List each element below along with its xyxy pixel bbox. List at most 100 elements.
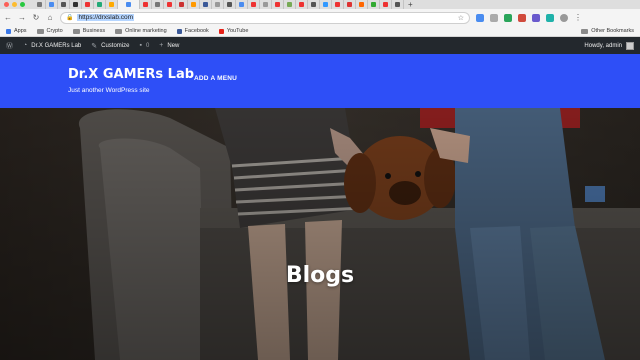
bookmark-star-icon[interactable]: ☆ xyxy=(458,14,464,22)
home-icon[interactable]: ⌂ xyxy=(46,13,54,22)
bookmark-online-marketing[interactable]: Online marketing xyxy=(115,28,167,34)
hero-title: Blogs xyxy=(285,263,355,288)
browser-tab[interactable] xyxy=(188,0,200,9)
minimize-window-button[interactable] xyxy=(12,2,17,7)
bookmark-label: Online marketing xyxy=(125,28,167,34)
tab-favicon-icon xyxy=(155,2,160,7)
adminbar-comments[interactable]: ▪ 0 xyxy=(139,42,149,49)
bookmarks-bar: Apps Crypto Business Online marketing Fa… xyxy=(0,26,640,37)
extension-icon[interactable] xyxy=(476,13,484,22)
menu-kebab-icon[interactable]: ⋮ xyxy=(574,13,582,22)
browser-tab[interactable] xyxy=(200,0,212,9)
tab-favicon-icon xyxy=(239,2,244,7)
tab-favicon-icon xyxy=(335,2,340,7)
browser-tab[interactable] xyxy=(176,0,188,9)
browser-tab[interactable] xyxy=(46,0,58,9)
browser-tab-strip: + xyxy=(0,0,640,9)
back-icon[interactable]: ← xyxy=(4,13,12,22)
wordpress-logo-icon: Ⓦ xyxy=(6,42,13,50)
adminbar-new[interactable]: + New xyxy=(159,42,179,49)
browser-tab[interactable] xyxy=(212,0,224,9)
comment-bubble-icon: ▪ xyxy=(139,42,142,49)
tab-favicon-icon xyxy=(97,2,102,7)
new-tab-button[interactable]: + xyxy=(404,0,413,9)
browser-tab[interactable] xyxy=(118,0,140,9)
browser-tab[interactable] xyxy=(248,0,260,9)
tab-favicon-icon xyxy=(227,2,232,7)
folder-icon xyxy=(581,28,589,34)
plus-icon: + xyxy=(159,42,164,49)
browser-tab[interactable] xyxy=(392,0,404,9)
zoom-window-button[interactable] xyxy=(20,2,25,7)
browser-tab[interactable] xyxy=(164,0,176,9)
tab-favicon-icon xyxy=(73,2,78,7)
bookmark-label: Apps xyxy=(14,28,27,34)
browser-tab[interactable] xyxy=(106,0,118,9)
browser-tab[interactable] xyxy=(58,0,70,9)
browser-tab[interactable] xyxy=(82,0,94,9)
tab-favicon-icon xyxy=(215,2,220,7)
extension-icon[interactable] xyxy=(490,13,498,22)
wp-logo-menu[interactable]: Ⓦ xyxy=(6,41,13,51)
bookmark-label: Crypto xyxy=(46,28,63,34)
bookmark-business[interactable]: Business xyxy=(72,28,105,34)
adminbar-customize-label: Customize xyxy=(101,42,130,49)
bookmark-facebook[interactable]: Facebook xyxy=(176,28,209,34)
browser-tab[interactable] xyxy=(356,0,368,9)
site-title[interactable]: Dr.X GAMERs Lab xyxy=(68,67,194,82)
wp-admin-bar: Ⓦ ◔ Dr.X GAMERs Lab ✎ Customize ▪ 0 + Ne… xyxy=(0,37,640,54)
close-window-button[interactable] xyxy=(4,2,9,7)
adminbar-account[interactable]: Howdy, admin xyxy=(584,41,634,50)
browser-tab[interactable] xyxy=(224,0,236,9)
extension-icon[interactable] xyxy=(504,13,512,22)
facebook-icon xyxy=(176,28,182,34)
folder-icon xyxy=(72,28,80,34)
other-bookmarks[interactable]: Other Bookmarks xyxy=(581,28,634,34)
tab-favicon-icon xyxy=(347,2,352,7)
forward-icon[interactable]: → xyxy=(18,13,26,22)
browser-tab[interactable] xyxy=(70,0,82,9)
tab-favicon-icon xyxy=(203,2,208,7)
bookmark-crypto[interactable]: Crypto xyxy=(36,28,63,34)
adminbar-site-name-label: Dr.X GAMERs Lab xyxy=(31,42,82,49)
extension-icon[interactable] xyxy=(518,13,526,22)
browser-tab[interactable] xyxy=(236,0,248,9)
bookmark-label: Other Bookmarks xyxy=(591,28,634,34)
browser-tab[interactable] xyxy=(296,0,308,9)
browser-tab[interactable] xyxy=(272,0,284,9)
tab-favicon-icon xyxy=(191,2,196,7)
browser-tab[interactable] xyxy=(320,0,332,9)
adminbar-howdy: Howdy, admin xyxy=(584,42,622,49)
adminbar-site-name[interactable]: ◔ Dr.X GAMERs Lab xyxy=(23,42,81,49)
browser-tab[interactable] xyxy=(94,0,106,9)
tab-favicon-icon xyxy=(395,2,400,7)
bookmark-apps[interactable]: Apps xyxy=(6,28,27,34)
browser-tab[interactable] xyxy=(308,0,320,9)
browser-tab[interactable] xyxy=(34,0,46,9)
adminbar-new-label: New xyxy=(167,42,180,49)
address-bar[interactable]: 🔒 https://drxslab.com ☆ xyxy=(60,11,470,24)
tab-favicon-icon xyxy=(109,2,114,7)
tab-favicon-icon xyxy=(323,2,328,7)
browser-tab[interactable] xyxy=(140,0,152,9)
browser-tab[interactable] xyxy=(368,0,380,9)
adminbar-customize[interactable]: ✎ Customize xyxy=(91,42,129,50)
profile-avatar[interactable] xyxy=(560,13,568,22)
site-header: Dr.X GAMERs Lab ADD A MENU Just another … xyxy=(0,54,640,108)
browser-tab[interactable] xyxy=(284,0,296,9)
tab-favicon-icon xyxy=(167,2,172,7)
tab-favicon-icon xyxy=(49,2,54,7)
extension-icon[interactable] xyxy=(532,13,540,22)
browser-tab[interactable] xyxy=(260,0,272,9)
bookmark-youtube[interactable]: YouTube xyxy=(218,28,248,34)
browser-tab[interactable] xyxy=(380,0,392,9)
browser-tab[interactable] xyxy=(332,0,344,9)
hero-banner: Blogs xyxy=(0,108,640,360)
browser-tab[interactable] xyxy=(344,0,356,9)
extension-icon[interactable] xyxy=(546,13,554,22)
browser-tab[interactable] xyxy=(152,0,164,9)
tab-favicon-icon xyxy=(311,2,316,7)
tab-favicon-icon xyxy=(287,2,292,7)
reload-icon[interactable]: ↻ xyxy=(32,13,40,22)
add-a-menu-link[interactable]: ADD A MENU xyxy=(194,75,237,82)
